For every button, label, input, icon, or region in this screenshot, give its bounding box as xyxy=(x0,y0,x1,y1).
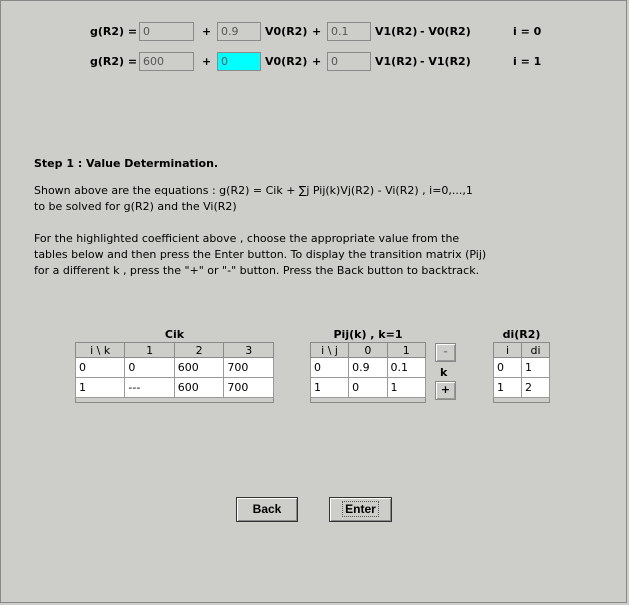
table-cell[interactable]: 0 xyxy=(124,357,175,378)
minus-term: - V1(R2) xyxy=(420,55,471,68)
column-header[interactable]: i \ k xyxy=(74,342,126,358)
table-cell[interactable]: 1 xyxy=(493,377,522,398)
pij-table: i \ j 0 1 0 0.9 0.1 1 0 1 xyxy=(309,342,427,403)
table-cell[interactable]: 600 xyxy=(173,357,225,378)
column-header[interactable]: i xyxy=(493,342,522,358)
instruction-line: for a different k , press the "+" or "-"… xyxy=(34,264,480,277)
v0-label: V0(R2) xyxy=(265,55,308,68)
table-row[interactable]: 0 0.9 0.1 xyxy=(309,357,427,378)
instructions: For the highlighted coefficient above , … xyxy=(34,231,486,279)
enter-button[interactable]: Enter xyxy=(329,497,392,522)
column-header[interactable]: 3 xyxy=(223,342,274,358)
column-header[interactable]: 2 xyxy=(173,342,225,358)
step-title: Step 1 : Value Determination. xyxy=(34,157,219,170)
table-cell[interactable]: 0.9 xyxy=(348,357,388,378)
k-decrement-button[interactable]: - xyxy=(435,343,456,362)
description-line: Shown above are the equations : g(R2) = … xyxy=(34,184,473,197)
instruction-line: tables below and then press the Enter bu… xyxy=(34,248,487,261)
table-cell[interactable]: 0 xyxy=(493,357,522,378)
table-cell[interactable]: 1 xyxy=(309,377,350,398)
cik-table: i \ k 1 2 3 0 0 600 700 1 --- 600 700 xyxy=(74,342,274,403)
p1-field[interactable]: 0 xyxy=(327,52,371,71)
di-table-title: di(R2) xyxy=(502,328,541,341)
horizontal-scrollbar[interactable] xyxy=(75,398,274,403)
table-cell[interactable]: --- xyxy=(124,377,175,398)
table-cell[interactable]: 700 xyxy=(223,357,274,378)
table-cell[interactable]: 700 xyxy=(223,377,274,398)
table-cell[interactable]: 0 xyxy=(309,357,350,378)
table-row[interactable]: 1 --- 600 700 xyxy=(74,377,274,398)
index-label: i = 0 xyxy=(513,25,542,38)
v1-label: V1(R2) xyxy=(375,55,418,68)
v0-label: V0(R2) xyxy=(265,25,308,38)
plus-sign: + xyxy=(202,25,212,38)
horizontal-scrollbar[interactable] xyxy=(493,398,550,403)
table-cell[interactable]: 2 xyxy=(520,377,551,398)
plus-sign: + xyxy=(312,25,322,38)
table-cell[interactable]: 600 xyxy=(173,377,225,398)
index-label: i = 1 xyxy=(513,55,542,68)
p1-field[interactable]: 0.1 xyxy=(327,22,371,41)
back-button[interactable]: Back xyxy=(236,497,298,522)
instruction-line: For the highlighted coefficient above , … xyxy=(34,232,460,245)
k-increment-button[interactable]: + xyxy=(435,381,456,400)
description-line: to be solved for g(R2) and the Vi(R2) xyxy=(34,200,237,213)
p0-field[interactable]: 0.9 xyxy=(217,22,261,41)
table-row[interactable]: 0 1 xyxy=(493,357,551,378)
description: Shown above are the equations : g(R2) = … xyxy=(34,183,473,215)
di-table: i di 0 1 1 2 xyxy=(493,342,551,403)
pij-table-title: Pij(k) , k=1 xyxy=(333,328,403,341)
table-cell[interactable]: 1 xyxy=(520,357,551,378)
cik-field[interactable]: 0 xyxy=(139,22,194,41)
p0-field-highlighted[interactable]: 0 xyxy=(217,52,261,71)
column-header[interactable]: 1 xyxy=(124,342,175,358)
v1-label: V1(R2) xyxy=(375,25,418,38)
minus-term: - V0(R2) xyxy=(420,25,471,38)
table-cell[interactable]: 1 xyxy=(386,377,427,398)
cik-table-title: Cik xyxy=(164,328,185,341)
column-header[interactable]: i \ j xyxy=(309,342,350,358)
plus-sign: + xyxy=(312,55,322,68)
table-cell[interactable]: 0 xyxy=(348,377,388,398)
enter-button-label: Enter xyxy=(342,501,379,517)
equation-lhs: g(R2) = xyxy=(90,55,138,68)
table-row[interactable]: 0 0 600 700 xyxy=(74,357,274,378)
column-header[interactable]: di xyxy=(520,342,551,358)
table-row[interactable]: 1 2 xyxy=(493,377,551,398)
table-cell[interactable]: 0 xyxy=(74,357,126,378)
plus-sign: + xyxy=(202,55,212,68)
column-header[interactable]: 1 xyxy=(386,342,427,358)
horizontal-scrollbar[interactable] xyxy=(310,398,426,403)
table-cell[interactable]: 1 xyxy=(74,377,126,398)
k-label: k xyxy=(440,366,448,379)
window-frame xyxy=(0,0,627,603)
equation-lhs: g(R2) = xyxy=(90,25,138,38)
column-header[interactable]: 0 xyxy=(348,342,388,358)
table-row[interactable]: 1 0 1 xyxy=(309,377,427,398)
table-cell[interactable]: 0.1 xyxy=(386,357,427,378)
cik-field[interactable]: 600 xyxy=(139,52,194,71)
